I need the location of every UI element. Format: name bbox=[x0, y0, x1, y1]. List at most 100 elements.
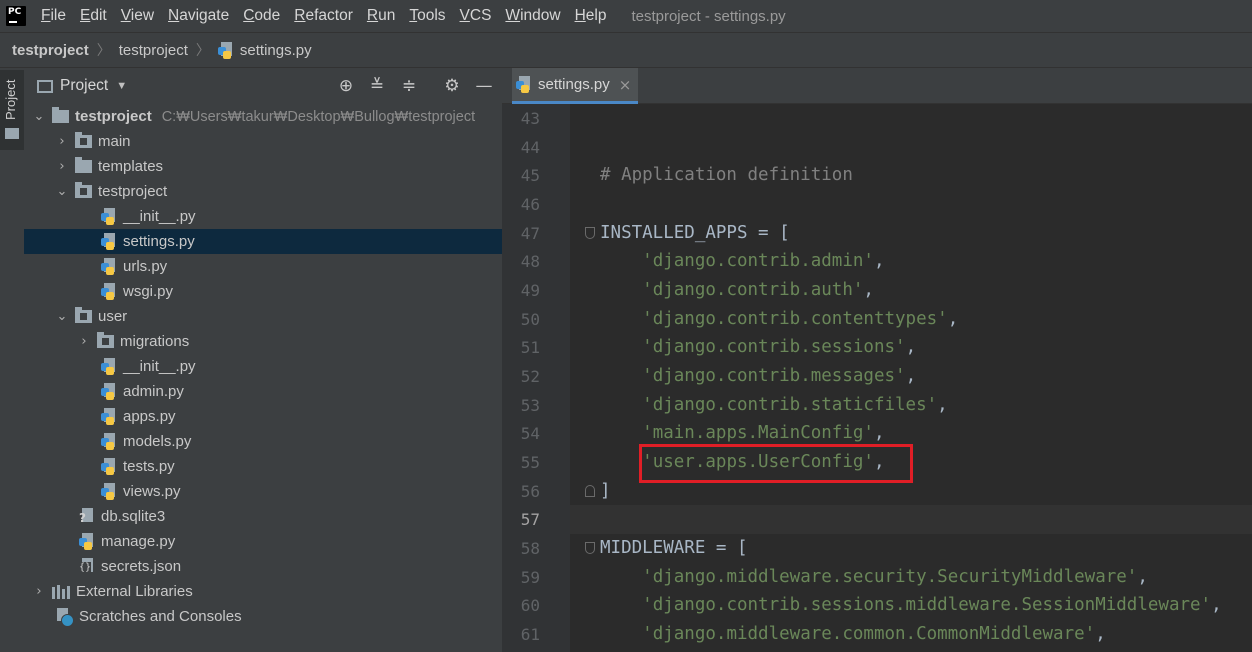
fold-marker-icon[interactable] bbox=[585, 542, 595, 554]
python-file-icon bbox=[101, 458, 117, 475]
tree-item-urls-py[interactable]: urls.py bbox=[24, 254, 579, 279]
tree-item-label: db.sqlite3 bbox=[101, 508, 166, 525]
breadcrumb-project[interactable]: testproject bbox=[12, 42, 89, 59]
chevron-right-icon[interactable]: › bbox=[55, 134, 69, 149]
line-number: 46 bbox=[520, 195, 540, 214]
line-number: 53 bbox=[520, 396, 540, 415]
tree-item-user-init-py[interactable]: __init__.py bbox=[24, 354, 579, 379]
menu-file[interactable]: File bbox=[34, 7, 73, 25]
line-number: 52 bbox=[520, 367, 540, 386]
project-panel: Project ▼ ⊕ ≚ ≑ ⚙ — ⌄ testproject C:₩Use… bbox=[24, 68, 579, 652]
locate-icon[interactable]: ⊕ bbox=[334, 74, 358, 98]
line-number: 51 bbox=[520, 338, 540, 357]
tree-item-label: secrets.json bbox=[101, 558, 182, 575]
menu-view[interactable]: View bbox=[114, 7, 161, 25]
fold-marker-icon[interactable] bbox=[585, 485, 595, 497]
tree-item-migrations[interactable]: › migrations bbox=[24, 329, 555, 354]
project-tool-tab[interactable]: Project bbox=[0, 70, 24, 150]
tree-item-apps-py[interactable]: apps.py bbox=[24, 404, 579, 429]
tree-item-label: urls.py bbox=[123, 258, 168, 275]
line-number: 48 bbox=[520, 252, 540, 271]
editor-tab-bar: settings.py × bbox=[502, 68, 1252, 104]
left-tool-strip: Project bbox=[0, 68, 25, 652]
menu-tools[interactable]: Tools bbox=[402, 7, 452, 25]
code-line: INSTALLED_APPS = [ bbox=[600, 223, 790, 243]
tree-item-admin-py[interactable]: admin.py bbox=[24, 379, 579, 404]
minimize-icon[interactable]: — bbox=[472, 74, 496, 98]
package-folder-icon bbox=[75, 307, 92, 323]
tree-item-views-py[interactable]: views.py bbox=[24, 479, 579, 504]
python-file-icon bbox=[101, 283, 117, 300]
tree-item-tests-py[interactable]: tests.py bbox=[24, 454, 579, 479]
line-number: 54 bbox=[520, 424, 540, 443]
code-punct: , bbox=[863, 280, 874, 300]
python-file-icon bbox=[101, 408, 117, 425]
project-panel-title[interactable]: Project bbox=[60, 77, 108, 95]
tree-item-label: settings.py bbox=[123, 233, 195, 250]
chevron-down-icon[interactable]: ⌄ bbox=[32, 109, 46, 124]
menu-navigate[interactable]: Navigate bbox=[161, 7, 236, 25]
python-file-icon bbox=[516, 76, 532, 93]
menu-vcs[interactable]: VCS bbox=[453, 7, 499, 25]
python-file-icon bbox=[101, 483, 117, 500]
tree-item-models-py[interactable]: models.py bbox=[24, 429, 579, 454]
code-editor[interactable]: 43 44 45 46 47 48 49 50 51 52 53 54 55 5… bbox=[502, 104, 1252, 652]
menu-window[interactable]: Window bbox=[498, 7, 567, 25]
tree-item-label: tests.py bbox=[123, 458, 175, 475]
tree-item-testproject-root[interactable]: ⌄ testproject C:₩Users₩takur₩Desktop₩Bul… bbox=[24, 104, 510, 129]
collapse-all-icon[interactable]: ≑ bbox=[397, 74, 421, 98]
tree-item-testproject-package[interactable]: ⌄ testproject bbox=[24, 179, 533, 204]
pycharm-logo-icon: PC bbox=[4, 4, 28, 28]
code-line: 'django.contrib.admin', bbox=[600, 247, 884, 276]
code-line: 'django.contrib.staticfiles', bbox=[600, 391, 948, 420]
line-number: 61 bbox=[520, 625, 540, 644]
line-number: 45 bbox=[520, 166, 540, 185]
breadcrumb-package[interactable]: testproject bbox=[119, 42, 188, 59]
tree-item-settings-py[interactable]: settings.py bbox=[24, 229, 579, 254]
close-icon[interactable]: × bbox=[619, 76, 632, 94]
code-line: 'django.contrib.messages', bbox=[600, 362, 916, 391]
python-file-icon bbox=[101, 233, 117, 250]
menu-refactor[interactable]: Refactor bbox=[287, 7, 360, 25]
menu-help[interactable]: Help bbox=[568, 7, 614, 25]
breadcrumb-file[interactable]: settings.py bbox=[217, 41, 312, 59]
tab-label: settings.py bbox=[538, 76, 610, 93]
menu-code[interactable]: Code bbox=[236, 7, 287, 25]
chevron-right-icon[interactable]: › bbox=[77, 334, 91, 349]
package-folder-icon bbox=[97, 332, 114, 348]
code-punct: , bbox=[1211, 595, 1222, 615]
folder-icon bbox=[52, 107, 69, 123]
tree-item-manage-py[interactable]: manage.py bbox=[24, 529, 557, 554]
line-number: 47 bbox=[520, 224, 540, 243]
tree-item-user[interactable]: ⌄ user bbox=[24, 304, 533, 329]
chevron-right-icon[interactable]: › bbox=[32, 584, 46, 599]
folder-icon bbox=[5, 128, 19, 139]
package-folder-icon bbox=[75, 182, 92, 198]
breadcrumb-separator-icon: 〉 bbox=[96, 42, 111, 58]
package-folder-icon bbox=[75, 132, 92, 148]
tree-item-label: testproject bbox=[98, 183, 168, 200]
tree-item-main[interactable]: › main bbox=[24, 129, 533, 154]
tree-item-templates[interactable]: › templates bbox=[24, 154, 533, 179]
menu-run[interactable]: Run bbox=[360, 7, 402, 25]
tree-item-external-libraries[interactable]: › External Libraries bbox=[24, 579, 510, 604]
tree-item-db-sqlite3[interactable]: ? db.sqlite3 bbox=[24, 504, 557, 529]
tree-item-label: migrations bbox=[120, 333, 190, 350]
chevron-down-icon[interactable]: ▼ bbox=[116, 80, 127, 92]
fold-marker-icon[interactable] bbox=[585, 227, 595, 239]
expand-all-icon[interactable]: ≚ bbox=[365, 74, 389, 98]
tree-item-wsgi-py[interactable]: wsgi.py bbox=[24, 279, 579, 304]
menu-edit[interactable]: Edit bbox=[73, 7, 114, 25]
tree-item-label: Scratches and Consoles bbox=[79, 608, 242, 625]
tab-settings-py[interactable]: settings.py × bbox=[512, 68, 638, 104]
line-number: 57 bbox=[520, 510, 540, 529]
tree-item-label: views.py bbox=[123, 483, 181, 500]
chevron-right-icon[interactable]: › bbox=[55, 159, 69, 174]
chevron-down-icon[interactable]: ⌄ bbox=[55, 309, 69, 324]
chevron-down-icon[interactable]: ⌄ bbox=[55, 184, 69, 199]
code-line: 'django.middleware.common.CommonMiddlewa… bbox=[600, 620, 1106, 649]
tree-item-init-py[interactable]: __init__.py bbox=[24, 204, 579, 229]
tree-item-scratches[interactable]: Scratches and Consoles bbox=[24, 604, 533, 629]
gear-icon[interactable]: ⚙ bbox=[440, 74, 464, 98]
tree-item-secrets-json[interactable]: {} secrets.json bbox=[24, 554, 557, 579]
